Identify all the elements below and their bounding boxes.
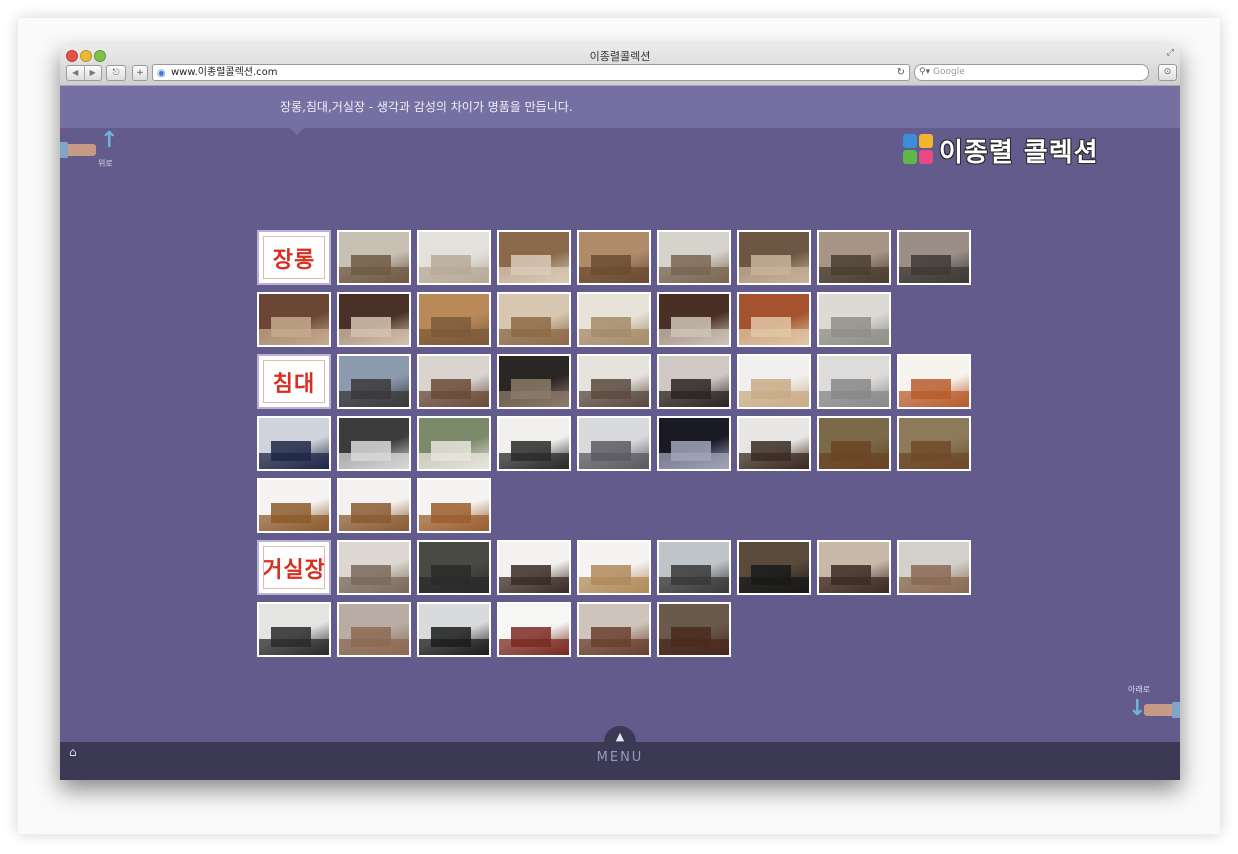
category-label[interactable]: 침대: [257, 354, 331, 409]
product-thumbnail[interactable]: [657, 540, 731, 595]
back-icon[interactable]: ◀: [67, 66, 84, 80]
product-thumbnail[interactable]: [417, 540, 491, 595]
arrow-up-icon: ↑: [100, 128, 119, 153]
product-thumbnail[interactable]: [337, 354, 411, 409]
back-forward-buttons: ◀ ▶: [66, 65, 102, 81]
search-input[interactable]: ⚲▾ Google: [914, 64, 1149, 81]
scroll-up-button[interactable]: ↑ 위로: [60, 128, 122, 172]
product-thumbnail[interactable]: [417, 230, 491, 285]
product-grid: 장롱침대거실장: [257, 230, 973, 660]
hand-pointer-icon: [1144, 702, 1180, 718]
product-thumbnail[interactable]: [417, 354, 491, 409]
product-thumbnail[interactable]: [657, 602, 731, 657]
product-thumbnail[interactable]: [817, 292, 891, 347]
product-thumbnail[interactable]: [737, 292, 811, 347]
product-thumbnail[interactable]: [257, 602, 331, 657]
product-thumbnail[interactable]: [897, 230, 971, 285]
category-label[interactable]: 거실장: [257, 540, 331, 595]
browser-titlebar: 이종렬콜렉션 ⤢ ◀ ▶ ⎋ + ◉ www.이종렬콜렉션.com ↻ ⚲▾ G…: [60, 45, 1180, 86]
header-caret: [290, 128, 304, 135]
product-thumbnail[interactable]: [337, 416, 411, 471]
resize-icon[interactable]: ⤢: [1167, 48, 1174, 58]
product-thumbnail[interactable]: [577, 230, 651, 285]
product-thumbnail[interactable]: [577, 354, 651, 409]
search-icon: ⚲▾: [919, 67, 931, 77]
product-thumbnail[interactable]: [497, 230, 571, 285]
product-thumbnail[interactable]: [577, 602, 651, 657]
product-thumbnail[interactable]: [817, 354, 891, 409]
product-thumbnail[interactable]: [337, 230, 411, 285]
product-thumbnail[interactable]: [417, 602, 491, 657]
globe-icon: ◉: [157, 68, 166, 79]
product-thumbnail[interactable]: [737, 540, 811, 595]
product-thumbnail[interactable]: [497, 416, 571, 471]
product-thumbnail[interactable]: [897, 540, 971, 595]
reload-icon[interactable]: ↻: [897, 65, 905, 80]
site-tagline: 장롱,침대,거실장 - 생각과 감성의 차이가 명품을 만듭니다.: [280, 100, 573, 114]
product-thumbnail[interactable]: [897, 416, 971, 471]
product-thumbnail[interactable]: [577, 416, 651, 471]
add-tab-icon[interactable]: +: [132, 65, 148, 81]
category-label[interactable]: 장롱: [257, 230, 331, 285]
product-thumbnail[interactable]: [577, 540, 651, 595]
product-thumbnail[interactable]: [497, 540, 571, 595]
home-icon[interactable]: ⌂: [69, 745, 77, 759]
product-thumbnail[interactable]: [257, 478, 331, 533]
product-thumbnail[interactable]: [257, 416, 331, 471]
product-thumbnail[interactable]: [337, 602, 411, 657]
product-thumbnail[interactable]: [657, 292, 731, 347]
product-thumbnail[interactable]: [657, 354, 731, 409]
product-thumbnail[interactable]: [337, 292, 411, 347]
product-thumbnail[interactable]: [497, 602, 571, 657]
product-thumbnail[interactable]: [737, 354, 811, 409]
hand-pointer-icon: [60, 142, 96, 158]
product-thumbnail[interactable]: [417, 416, 491, 471]
forward-icon[interactable]: ▶: [83, 66, 102, 80]
product-thumbnail[interactable]: [337, 478, 411, 533]
product-thumbnail[interactable]: [417, 478, 491, 533]
logo-mark-icon: [903, 134, 934, 165]
product-thumbnail[interactable]: [737, 416, 811, 471]
scroll-down-button[interactable]: 아래로 ↓: [1120, 684, 1180, 730]
product-thumbnail[interactable]: [897, 354, 971, 409]
web-page: 장롱,침대,거실장 - 생각과 감성의 차이가 명품을 만듭니다. ↑ 위로 이…: [60, 86, 1180, 780]
chevron-up-icon: ▲: [615, 730, 625, 743]
window-title: 이종렬콜렉션: [589, 50, 651, 63]
product-thumbnail[interactable]: [657, 230, 731, 285]
scroll-down-label: 아래로: [1128, 685, 1151, 694]
menu-button[interactable]: MENU: [570, 750, 670, 765]
product-thumbnail[interactable]: [577, 292, 651, 347]
address-bar[interactable]: ◉ www.이종렬콜렉션.com ↻: [152, 64, 910, 81]
product-thumbnail[interactable]: [817, 416, 891, 471]
logo-text: 이종렬 콜렉션: [939, 138, 1099, 168]
product-thumbnail[interactable]: [497, 292, 571, 347]
product-thumbnail[interactable]: [817, 540, 891, 595]
product-thumbnail[interactable]: [737, 230, 811, 285]
product-thumbnail[interactable]: [337, 540, 411, 595]
site-logo[interactable]: 이종렬 콜렉션: [903, 134, 1123, 168]
product-thumbnail[interactable]: [257, 292, 331, 347]
product-thumbnail[interactable]: [417, 292, 491, 347]
scroll-up-label: 위로: [98, 159, 113, 168]
search-placeholder: Google: [933, 67, 965, 77]
url-text: www.이종렬콜렉션.com: [171, 67, 278, 78]
product-thumbnail[interactable]: [817, 230, 891, 285]
browser-window: 이종렬콜렉션 ⤢ ◀ ▶ ⎋ + ◉ www.이종렬콜렉션.com ↻ ⚲▾ G…: [60, 45, 1180, 780]
share-icon[interactable]: ⎋: [106, 65, 126, 81]
product-thumbnail[interactable]: [497, 354, 571, 409]
downloads-icon[interactable]: ⊙: [1158, 64, 1177, 81]
header-band: 장롱,침대,거실장 - 생각과 감성의 차이가 명품을 만듭니다.: [60, 86, 1180, 128]
product-thumbnail[interactable]: [657, 416, 731, 471]
